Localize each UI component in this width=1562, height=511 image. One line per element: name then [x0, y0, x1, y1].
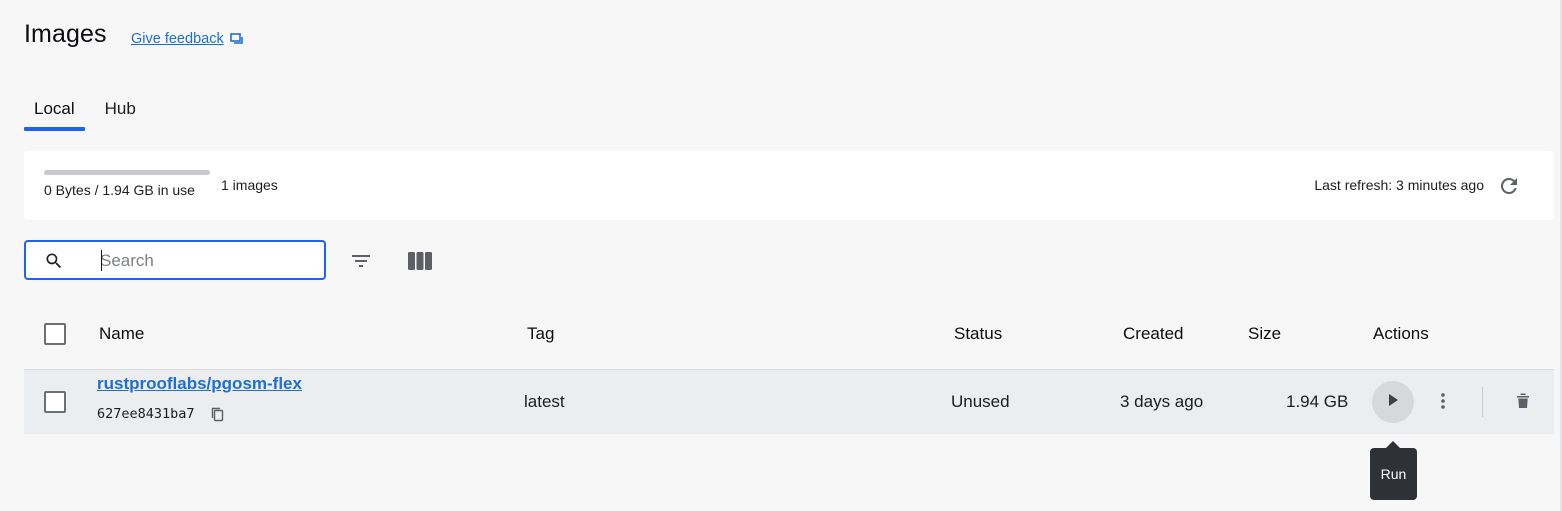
tab-local[interactable]: Local — [24, 96, 85, 131]
search-input[interactable] — [100, 249, 310, 273]
give-feedback-link[interactable]: Give feedback — [131, 31, 244, 47]
delete-button[interactable] — [1509, 389, 1537, 417]
disk-usage-bar — [44, 170, 210, 175]
images-count: 1 images — [221, 177, 278, 193]
last-refresh-text: Last refresh: 3 minutes ago — [1314, 177, 1484, 193]
column-header-status[interactable]: Status — [954, 324, 1002, 344]
disk-usage-text: 0 Bytes / 1.94 GB in use — [44, 182, 195, 198]
run-tooltip: Run — [1370, 448, 1417, 500]
row-select-checkbox[interactable] — [44, 391, 66, 413]
column-header-name[interactable]: Name — [99, 324, 144, 344]
select-all-checkbox[interactable] — [44, 323, 66, 345]
column-header-size[interactable]: Size — [1248, 324, 1281, 344]
columns-icon[interactable] — [404, 247, 436, 275]
refresh-icon[interactable] — [1496, 173, 1522, 199]
tooltip-arrow — [1386, 441, 1400, 448]
trash-icon — [1516, 392, 1530, 414]
text-caret — [101, 250, 102, 271]
image-created: 3 days ago — [1120, 392, 1204, 411]
filter-icon[interactable] — [346, 248, 376, 274]
search-icon — [44, 251, 64, 276]
image-id: 627ee8431ba7 — [97, 406, 195, 422]
more-actions-button[interactable] — [1429, 389, 1457, 417]
column-header-tag[interactable]: Tag — [527, 324, 554, 344]
play-icon — [1387, 393, 1399, 412]
column-header-created[interactable]: Created — [1123, 324, 1183, 344]
tab-hub[interactable]: Hub — [95, 96, 146, 129]
image-size: 1.94 GB — [1286, 392, 1349, 411]
image-status: Unused — [951, 392, 1010, 411]
actions-divider — [1482, 387, 1483, 417]
search-box — [24, 240, 326, 280]
column-header-actions: Actions — [1373, 324, 1429, 343]
feedback-icon — [229, 32, 244, 46]
copy-icon[interactable] — [210, 406, 225, 428]
page-title: Images — [24, 20, 107, 48]
storage-summary-card: 0 Bytes / 1.94 GB in use 1 images Last r… — [24, 151, 1554, 220]
image-tag: latest — [524, 392, 565, 411]
give-feedback-label[interactable]: Give feedback — [131, 31, 224, 47]
run-button[interactable] — [1372, 381, 1414, 423]
tab-bar: Local Hub — [24, 96, 146, 131]
image-name-link[interactable]: rustprooflabs/pgosm-flex — [97, 374, 302, 394]
more-vertical-icon — [1440, 392, 1446, 415]
